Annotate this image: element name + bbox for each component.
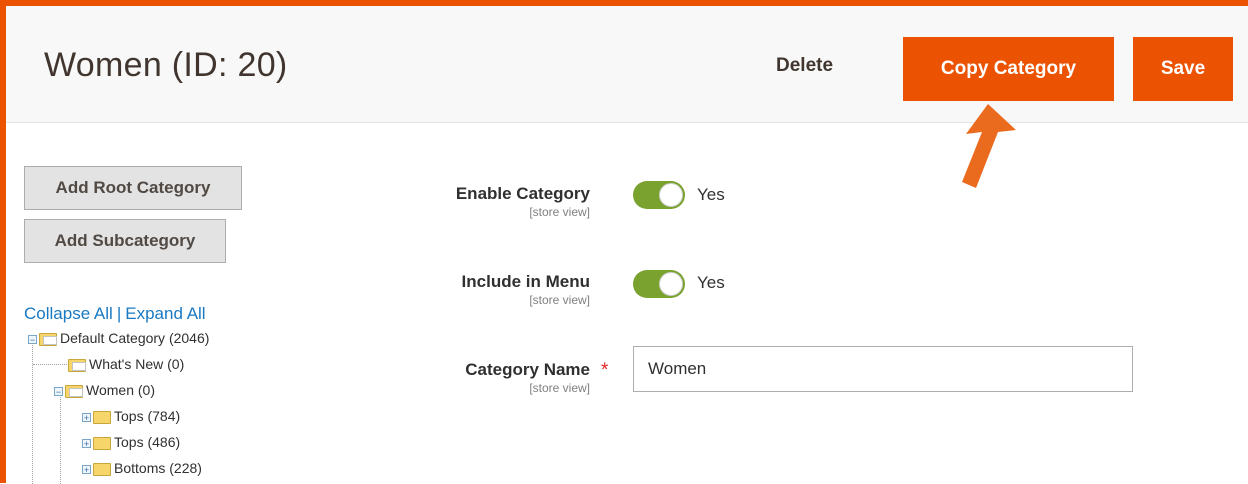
collapse-all-link[interactable]: Collapse All bbox=[24, 304, 113, 323]
tree-connector bbox=[60, 390, 61, 484]
toggle-knob bbox=[659, 183, 683, 207]
folder-open-icon bbox=[39, 332, 57, 346]
tree-node-label: Women (0) bbox=[86, 382, 155, 398]
enable-category-label-text: Enable Category bbox=[455, 184, 590, 203]
collapse-icon[interactable]: − bbox=[28, 334, 37, 344]
include-in-menu-toggle[interactable] bbox=[633, 270, 685, 298]
page-title: Women (ID: 20) bbox=[44, 46, 288, 84]
annotation-arrow-icon bbox=[962, 104, 1016, 188]
copy-category-button[interactable]: Copy Category bbox=[903, 37, 1114, 101]
delete-button[interactable]: Delete bbox=[776, 55, 833, 77]
category-name-label-text: Category Name bbox=[465, 360, 590, 379]
collapse-icon[interactable]: − bbox=[54, 386, 63, 396]
toggle-knob bbox=[659, 272, 683, 296]
expand-all-link[interactable]: Expand All bbox=[125, 304, 205, 323]
folder-icon bbox=[93, 462, 111, 476]
include-in-menu-label-text: Include in Menu bbox=[461, 272, 590, 291]
scope-note: [store view] bbox=[529, 293, 590, 307]
scope-note: [store view] bbox=[529, 205, 590, 219]
expand-icon[interactable]: + bbox=[82, 438, 91, 448]
enable-category-label: Enable Category [store view] bbox=[456, 184, 590, 219]
tree-connector bbox=[33, 364, 67, 365]
tree-node-default-category[interactable]: − Default Category (2046) bbox=[28, 328, 209, 348]
include-in-menu-value: Yes bbox=[697, 273, 725, 292]
tree-node-bottoms[interactable]: + Bottoms (228) bbox=[82, 458, 202, 478]
category-name-input[interactable] bbox=[633, 346, 1133, 392]
tree-node-whats-new[interactable]: What's New (0) bbox=[68, 354, 184, 374]
tree-connector bbox=[32, 340, 33, 484]
expand-icon[interactable]: + bbox=[82, 412, 91, 422]
page-header: Women (ID: 20) Delete Copy Category Save bbox=[6, 6, 1248, 123]
tree-node-women[interactable]: − Women (0) bbox=[54, 380, 155, 400]
folder-open-icon bbox=[68, 358, 86, 372]
tree-node-tops[interactable]: + Tops (486) bbox=[82, 432, 180, 452]
add-root-category-button[interactable]: Add Root Category bbox=[24, 166, 242, 210]
add-subcategory-button[interactable]: Add Subcategory bbox=[24, 219, 226, 263]
tree-node-label: Tops (784) bbox=[114, 408, 181, 424]
tree-node-label: What's New (0) bbox=[89, 356, 185, 372]
expand-icon[interactable]: + bbox=[82, 464, 91, 474]
save-button[interactable]: Save bbox=[1133, 37, 1233, 101]
tree-node-label: Default Category (2046) bbox=[60, 330, 210, 346]
category-name-label: Category Name [store view] bbox=[465, 360, 590, 395]
folder-icon bbox=[93, 436, 111, 450]
include-in-menu-label: Include in Menu [store view] bbox=[462, 272, 590, 307]
required-marker: * bbox=[601, 360, 609, 381]
tree-node-label: Tops (486) bbox=[114, 434, 181, 450]
folder-icon bbox=[93, 410, 111, 424]
enable-category-value: Yes bbox=[697, 185, 725, 204]
tree-actions: Collapse All | Expand All bbox=[24, 304, 206, 324]
tree-node-tops[interactable]: + Tops (784) bbox=[82, 406, 180, 426]
enable-category-toggle[interactable] bbox=[633, 181, 685, 209]
scope-note: [store view] bbox=[529, 381, 590, 395]
tree-node-label: Bottoms (228) bbox=[114, 460, 202, 476]
separator: | bbox=[116, 304, 122, 323]
folder-open-icon bbox=[65, 384, 83, 398]
